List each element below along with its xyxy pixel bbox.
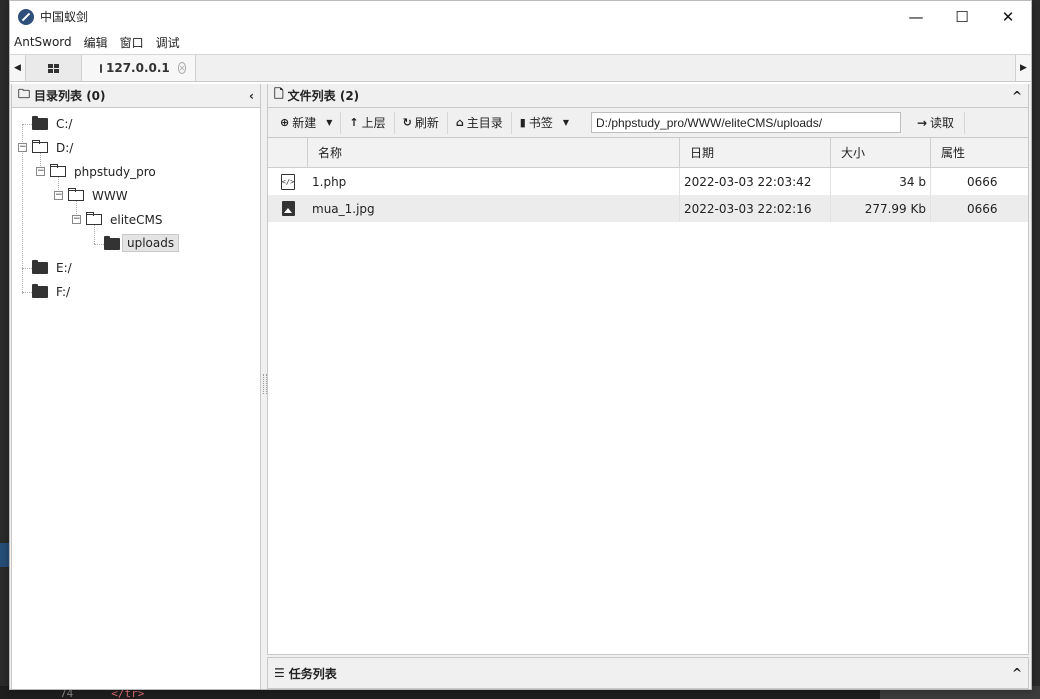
file-grid-header: 名称 日期 大小 属性 [268, 138, 1028, 168]
column-name[interactable]: 名称 [308, 138, 680, 167]
bookmark-icon: ▮ [519, 116, 526, 129]
file-date: 2022-03-03 22:03:42 [680, 168, 831, 195]
list-icon: ☰ [274, 666, 285, 680]
collapse-node-icon[interactable]: − [54, 191, 63, 200]
tab-label: 127.0.0.1 [106, 61, 170, 75]
file-icon: 🗋 [274, 87, 284, 101]
collapse-node-icon[interactable]: − [36, 167, 45, 176]
file-size: 277.99 Kb [831, 195, 931, 222]
column-size[interactable]: 大小 [831, 138, 931, 167]
table-row[interactable]: </> 1.php 2022-03-03 22:03:42 34 b 0666 [268, 168, 1028, 195]
tab-bar: ◀ 127.0.0.1 ✕ ▶ [10, 54, 1031, 82]
collapse-left-icon[interactable]: ‹ [249, 89, 254, 103]
directory-panel: 🗀 目录列表 (0) ‹ C:/ − D:/ − phpstudy_pro − … [11, 84, 261, 689]
new-button[interactable]: ⊕ 新建 ▼ [276, 111, 342, 134]
php-file-icon: </> [281, 173, 295, 190]
table-row[interactable]: mua_1.jpg 2022-03-03 22:02:16 277.99 Kb … [268, 195, 1028, 222]
directory-tree: C:/ − D:/ − phpstudy_pro − WWW − eliteCM… [12, 108, 260, 698]
folder-icon [104, 236, 120, 250]
chevron-down-icon: ▼ [562, 118, 569, 127]
collapse-node-icon[interactable]: − [18, 143, 27, 152]
open-folder-icon [50, 164, 66, 177]
file-name: mua_1.jpg [308, 195, 680, 222]
read-label: 读取 [930, 116, 955, 130]
tree-item-phpstudy-pro[interactable]: phpstudy_pro [74, 165, 156, 179]
tree-item-f[interactable]: F:/ [56, 285, 70, 299]
chevron-down-icon: ▼ [326, 118, 333, 127]
antsword-window: 中国蚁剑 — ☐ ✕ AntSword 编辑 窗口 调试 ◀ 127.0.0.1… [9, 0, 1032, 690]
task-panel-header[interactable]: ☰ 任务列表 ^ [267, 657, 1029, 689]
bookmarks-label: 书签 [528, 116, 553, 130]
folder-icon [32, 116, 48, 130]
collapse-node-icon[interactable]: − [72, 215, 81, 224]
column-icon [268, 138, 308, 167]
column-attr[interactable]: 属性 [931, 138, 1028, 167]
open-folder-icon [68, 188, 84, 201]
plus-circle-icon: ⊕ [280, 116, 290, 129]
file-panel-header[interactable]: 🗋 文件列表 (2) ^ [267, 84, 1029, 108]
folder-icon [32, 260, 48, 274]
tree-item-d[interactable]: D:/ [56, 141, 73, 155]
refresh-label: 刷新 [414, 116, 439, 130]
folder-icon [100, 63, 102, 73]
menu-bar: AntSword 编辑 窗口 调试 [10, 32, 1031, 52]
file-size: 34 b [831, 168, 931, 195]
open-folder-icon [32, 140, 48, 153]
file-name: 1.php [308, 168, 680, 195]
tree-item-uploads[interactable]: uploads [122, 234, 180, 252]
grid-icon [48, 63, 59, 73]
tab-close-icon[interactable]: ✕ [177, 62, 187, 74]
tab-scroll-right-icon[interactable]: ▶ [1015, 55, 1031, 81]
collapse-up-icon[interactable]: ^ [1012, 89, 1022, 103]
new-label: 新建 [292, 116, 317, 130]
tab-127-0-0-1[interactable]: 127.0.0.1 ✕ [82, 55, 196, 81]
main-area: 🗀 目录列表 (0) ‹ C:/ − D:/ − phpstudy_pro − … [10, 84, 1031, 689]
task-panel-title: 任务列表 [288, 666, 337, 681]
tree-item-elitecms[interactable]: eliteCMS [110, 213, 163, 227]
bookmarks-button[interactable]: ▮ 书签 ▼ [516, 112, 577, 134]
home-dir-button[interactable]: ⌂ 主目录 [452, 111, 512, 134]
parent-dir-button[interactable]: ↑ 上层 [345, 111, 395, 134]
file-toolbar: ⊕ 新建 ▼ ↑ 上层 ↻ 刷新 ⌂ 主目录 ▮ 书签 ▼ D:/phpstud… [267, 108, 1029, 138]
file-attr: 0666 [967, 174, 998, 189]
refresh-icon: ↻ [402, 116, 412, 129]
file-panel: 🗋 文件列表 (2) ^ ⊕ 新建 ▼ ↑ 上层 ↻ 刷新 ⌂ 主目录 ▮ 书签… [267, 84, 1029, 689]
directory-panel-title: 目录列表 (0) [34, 89, 106, 103]
arrow-up-icon: ↑ [349, 116, 359, 129]
file-grid: 名称 日期 大小 属性 </> 1.php 2022-03-03 22:03:4… [267, 138, 1029, 655]
antsword-logo-icon [18, 8, 34, 25]
window-title: 中国蚁剑 [40, 10, 89, 24]
close-button[interactable]: ✕ [985, 1, 1031, 32]
title-bar[interactable]: 中国蚁剑 — ☐ ✕ [10, 1, 1031, 32]
file-panel-title: 文件列表 (2) [287, 89, 360, 103]
file-attr: 0666 [967, 201, 998, 216]
parent-dir-label: 上层 [361, 116, 386, 130]
minimize-button[interactable]: — [893, 1, 939, 32]
tree-item-e[interactable]: E:/ [56, 261, 72, 275]
open-folder-icon [86, 212, 102, 225]
home-dir-label: 主目录 [466, 116, 503, 130]
home-icon: ⌂ [455, 116, 464, 129]
refresh-button[interactable]: ↻ 刷新 [399, 111, 448, 134]
maximize-button[interactable]: ☐ [939, 1, 985, 32]
directory-panel-header[interactable]: 🗀 目录列表 (0) ‹ [12, 84, 260, 108]
read-button[interactable]: → 读取 [907, 111, 966, 134]
menu-debug[interactable]: 调试 [156, 34, 186, 51]
file-date: 2022-03-03 22:02:16 [680, 195, 831, 222]
folder-icon [32, 284, 48, 298]
path-input[interactable] [590, 112, 901, 133]
tab-scroll-left-icon[interactable]: ◀ [10, 55, 26, 81]
collapse-up-icon[interactable]: ^ [1012, 666, 1022, 680]
arrow-right-icon: → [916, 115, 928, 130]
image-file-icon [281, 201, 295, 216]
menu-antsword[interactable]: AntSword [14, 35, 78, 49]
menu-window[interactable]: 窗口 [120, 34, 150, 51]
folder-icon: 🗀 [18, 87, 31, 101]
tree-item-www[interactable]: WWW [92, 189, 128, 203]
menu-edit[interactable]: 编辑 [84, 34, 114, 51]
column-date[interactable]: 日期 [680, 138, 831, 167]
tab-home[interactable] [26, 55, 82, 81]
tree-item-c[interactable]: C:/ [56, 117, 72, 131]
